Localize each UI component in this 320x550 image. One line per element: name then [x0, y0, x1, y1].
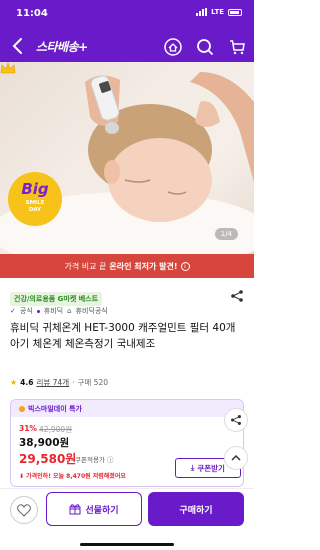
price-compare-banner[interactable]: 가격 비교 끝 온라인 최저가 발견! i	[0, 254, 254, 278]
network-label: LTE	[211, 8, 224, 16]
info-icon[interactable]: i	[180, 261, 190, 271]
product-title: 휴비딕 귀체온계 HET-3000 캐주얼민트 필터 40개 아기 체온계 체온…	[10, 322, 236, 350]
original-price: 42,900원	[38, 425, 73, 434]
gift-label: 선물하기	[85, 505, 119, 516]
top-bar: 11:04 LTE 스타배송+	[0, 0, 254, 62]
home-indicator	[80, 543, 174, 546]
big-smile-day-badge: Big SMILE DAY	[8, 172, 62, 226]
crown-icon	[0, 62, 16, 74]
store-link[interactable]: 휴비딕공식	[76, 306, 108, 316]
buy-label: 구매하기	[179, 505, 213, 516]
status-time: 11:04	[16, 8, 48, 19]
home-icon[interactable]	[164, 38, 182, 56]
deal-header: 빅스마일데이 특가	[11, 400, 243, 417]
floating-share-button[interactable]	[224, 408, 248, 432]
chevron-left-icon[interactable]	[10, 37, 26, 55]
share-icon[interactable]	[230, 289, 244, 303]
deal-price-card: 빅스마일데이 특가 31% 42,900원 38,900원 29,580원 쿠폰…	[10, 399, 244, 487]
arrow-up-icon	[231, 454, 241, 461]
price-drop-text: 가격인하! 오늘 8,470원 저렴해졌어요	[26, 473, 126, 480]
search-icon[interactable]	[196, 38, 214, 56]
scroll-top-button[interactable]	[224, 446, 248, 470]
price-drop-note: ⬇ 가격인하! 오늘 8,470원 저렴해졌어요	[19, 473, 126, 480]
rating-score: 4.6	[20, 378, 34, 387]
status-bar: 11:04 LTE	[0, 0, 254, 28]
product-image-carousel[interactable]: Big SMILE DAY 1/4	[0, 62, 254, 254]
heart-icon	[17, 503, 31, 517]
coupon-price: 29,580원	[19, 452, 77, 466]
download-icon: ⤓	[191, 463, 195, 472]
purchase-count: 구매 520	[77, 378, 109, 387]
badge-subtitle: SMILE DAY	[8, 200, 62, 214]
review-count-link[interactable]: 리뷰 74개	[36, 377, 69, 388]
seller-row: ✓ 공식 휴비딕 ⌂ 휴비딕공식	[10, 306, 108, 316]
gift-icon	[69, 504, 81, 515]
badge-subtitle-line-2: DAY	[28, 207, 42, 213]
cart-icon[interactable]	[228, 38, 246, 56]
official-check-icon: ✓	[10, 307, 16, 315]
category-best-tag[interactable]: 건강/의료용품 G마켓 베스트	[10, 292, 103, 306]
separator: ·	[72, 378, 75, 387]
banner-text: 가격 비교 끝	[64, 261, 107, 271]
wishlist-button[interactable]	[10, 496, 38, 524]
get-coupon-label: 쿠폰받기	[197, 463, 225, 473]
coupon-price-label: 쿠폰적용가 ⓘ	[75, 456, 114, 464]
deal-badge-icon	[19, 405, 25, 412]
banner-highlight: 온라인 최저가 발견!	[109, 261, 178, 271]
app-header: 스타배송+	[0, 30, 254, 62]
gift-button[interactable]: 선물하기	[46, 492, 142, 526]
brand-link[interactable]: 휴비딕	[44, 306, 63, 316]
star-icon: ★	[10, 378, 18, 387]
carousel-pager: 1/4	[214, 228, 238, 240]
badge-title: Big	[21, 180, 49, 198]
store-logo[interactable]: 스타배송+	[36, 38, 88, 55]
status-indicators: LTE	[196, 8, 242, 16]
discount-row: 31% 42,900원	[19, 424, 72, 435]
discount-percent: 31%	[19, 424, 37, 433]
official-label: 공식	[19, 307, 33, 315]
buy-button[interactable]: 구매하기	[148, 492, 244, 526]
signal-icon	[196, 8, 208, 16]
badge-subtitle-line-1: SMILE	[25, 200, 45, 206]
battery-icon	[228, 8, 242, 16]
bottom-action-bar: 선물하기 구매하기	[0, 488, 254, 550]
store-home-icon: ⌂	[67, 307, 72, 315]
deal-header-label: 빅스마일데이 특가	[28, 404, 82, 413]
coupon-price-label-text: 쿠폰적용가	[75, 456, 105, 464]
rating-row: ★ 4.6 리뷰 74개 · 구매 520	[10, 377, 108, 388]
brand-dot-icon	[36, 309, 40, 313]
sale-price: 38,900원	[19, 437, 70, 449]
share-icon	[231, 415, 241, 425]
